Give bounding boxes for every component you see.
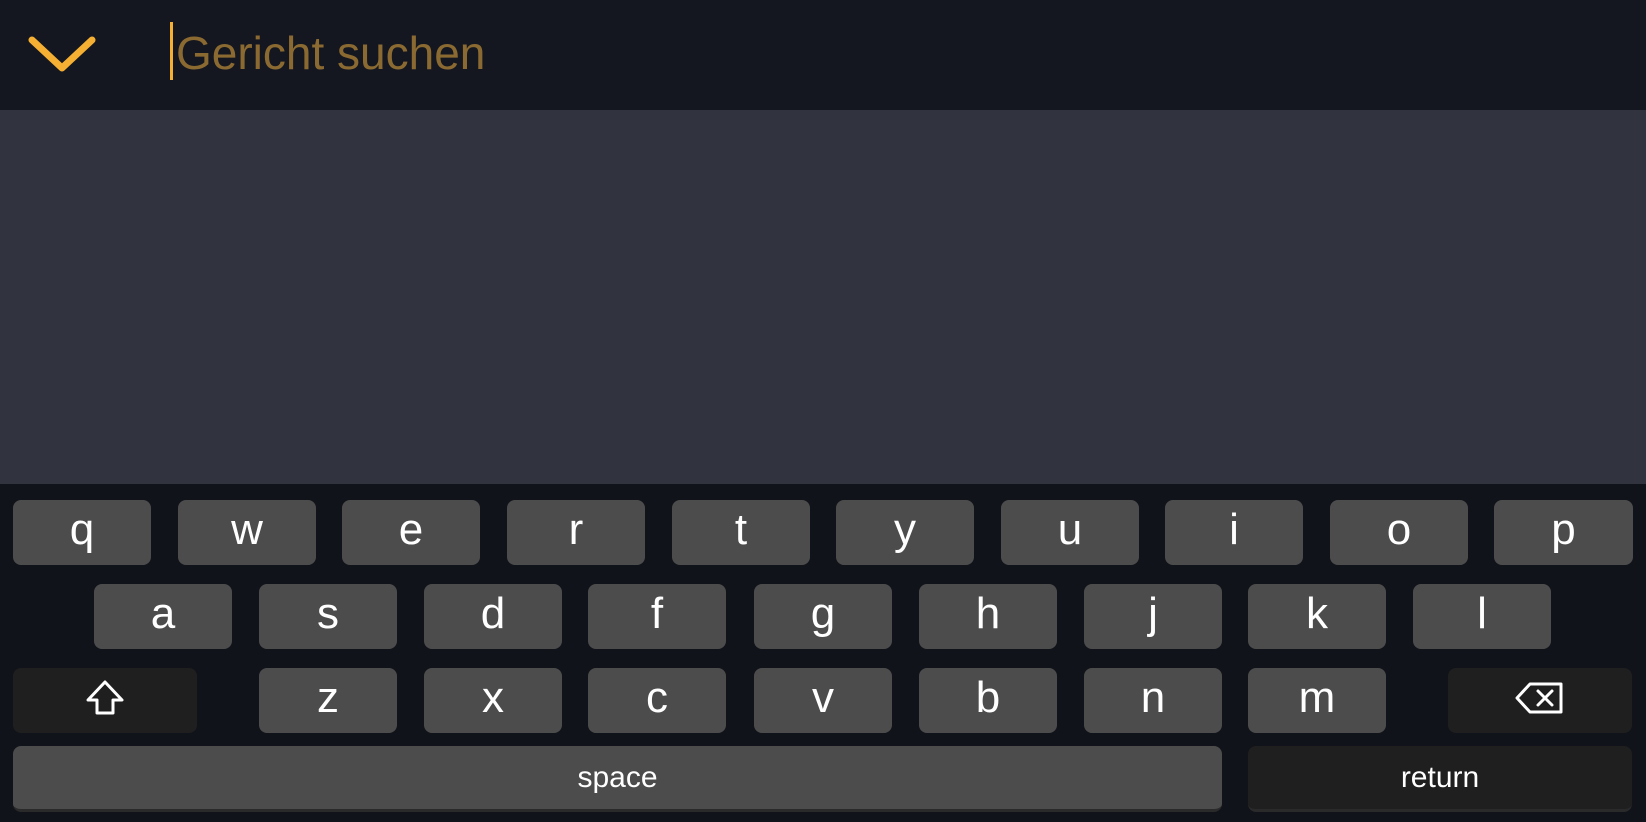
key-g[interactable]: g	[754, 584, 892, 649]
key-z[interactable]: z	[259, 668, 397, 733]
key-y[interactable]: y	[836, 500, 974, 565]
key-q[interactable]: q	[13, 500, 151, 565]
key-s[interactable]: s	[259, 584, 397, 649]
search-field[interactable]	[170, 18, 1616, 88]
key-t[interactable]: t	[672, 500, 810, 565]
backspace-key[interactable]	[1448, 668, 1632, 733]
space-key[interactable]: space	[13, 746, 1222, 812]
key-i[interactable]: i	[1165, 500, 1303, 565]
key-n[interactable]: n	[1084, 668, 1222, 733]
backspace-icon	[1515, 682, 1563, 713]
key-v[interactable]: v	[754, 668, 892, 733]
key-h[interactable]: h	[919, 584, 1057, 649]
on-screen-keyboard: q w e r t y u i o p a s d f g h j k l z …	[0, 484, 1646, 822]
key-u[interactable]: u	[1001, 500, 1139, 565]
shift-key[interactable]	[13, 668, 197, 733]
key-p[interactable]: p	[1494, 500, 1633, 565]
key-x[interactable]: x	[424, 668, 562, 733]
key-o[interactable]: o	[1330, 500, 1468, 565]
key-d[interactable]: d	[424, 584, 562, 649]
key-c[interactable]: c	[588, 668, 726, 733]
key-a[interactable]: a	[94, 584, 232, 649]
key-r[interactable]: r	[507, 500, 645, 565]
key-w[interactable]: w	[178, 500, 316, 565]
chevron-down-icon	[28, 36, 96, 72]
search-header	[0, 0, 1646, 110]
key-j[interactable]: j	[1084, 584, 1222, 649]
key-l[interactable]: l	[1413, 584, 1551, 649]
key-f[interactable]: f	[588, 584, 726, 649]
return-key[interactable]: return	[1248, 746, 1632, 812]
key-b[interactable]: b	[919, 668, 1057, 733]
app-root: q w e r t y u i o p a s d f g h j k l z …	[0, 0, 1646, 822]
key-m[interactable]: m	[1248, 668, 1386, 733]
results-area	[0, 110, 1646, 484]
key-k[interactable]: k	[1248, 584, 1386, 649]
collapse-button[interactable]	[20, 20, 110, 90]
search-input[interactable]	[170, 18, 1616, 88]
key-e[interactable]: e	[342, 500, 480, 565]
shift-arrow-up-icon	[86, 680, 124, 714]
